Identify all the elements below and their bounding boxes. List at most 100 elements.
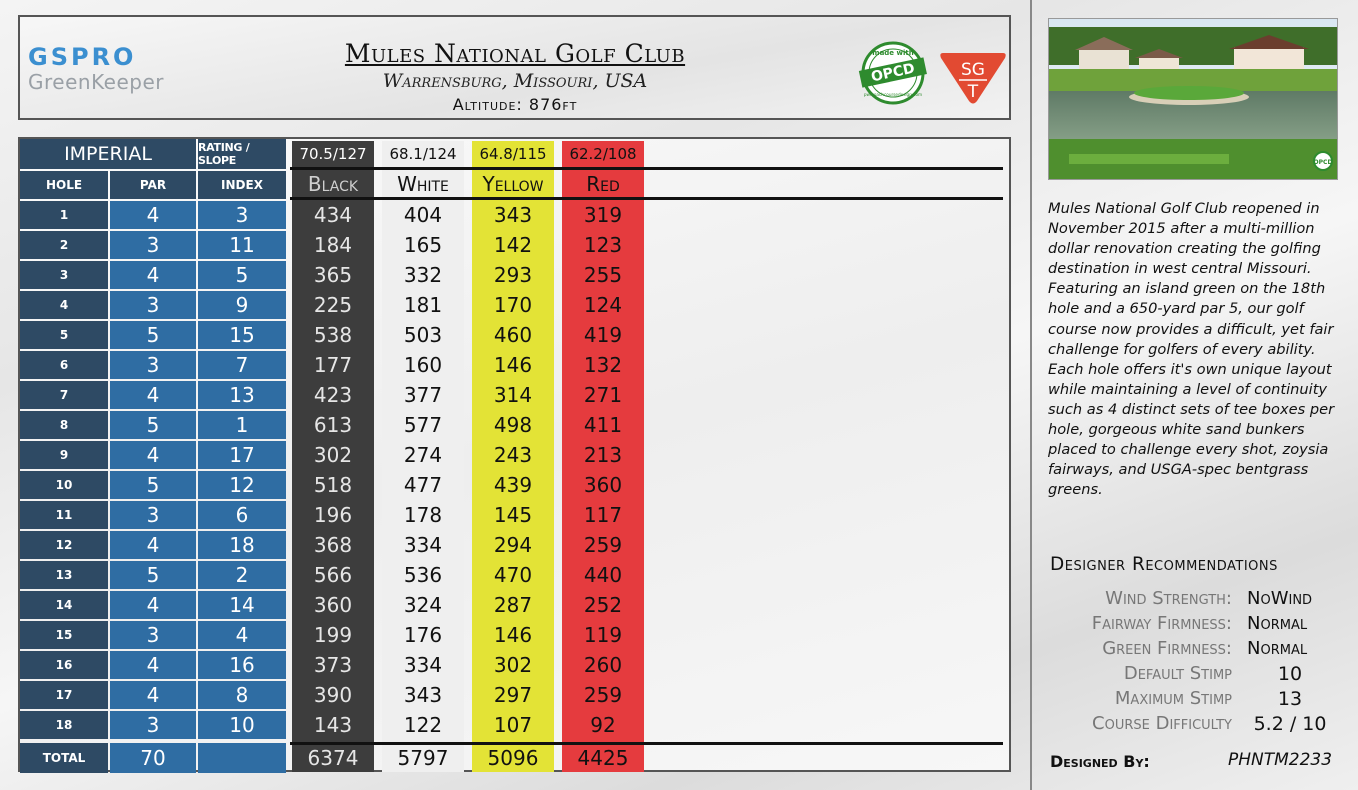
- recommendation-label: Course Difficulty: [1092, 713, 1232, 734]
- hole-number: 18: [20, 711, 108, 739]
- hole-yardage-black: 390: [313, 683, 353, 707]
- hole-yardage-white: 324: [403, 593, 443, 617]
- hole-yardage-yellow: 460: [493, 323, 533, 347]
- tee-total-white: 5797: [397, 746, 449, 770]
- hole-yardage-black: 225: [313, 293, 353, 317]
- hole-yardage-white: 160: [403, 353, 443, 377]
- hole-par: 4: [110, 441, 196, 469]
- hole-yardage-black: 177: [313, 353, 353, 377]
- hole-yardage-black: 434: [313, 203, 353, 227]
- hole-yardage-black: 423: [313, 383, 353, 407]
- recommendation-label: Maximum Stimp: [1114, 688, 1232, 709]
- hole-index: 10: [198, 711, 286, 739]
- hole-number: 9: [20, 441, 108, 469]
- hole-yardage-white: 377: [403, 383, 443, 407]
- recommendation-value: Normal: [1247, 613, 1308, 634]
- hole-index: 7: [198, 351, 286, 379]
- recommendation-value: 5.2 / 10: [1253, 713, 1327, 735]
- total-rule: [290, 742, 1003, 745]
- hole-yardage-red: 252: [583, 593, 623, 617]
- hole-yardage-black: 613: [313, 413, 353, 437]
- panel-divider: [1030, 0, 1032, 790]
- hole-index: 18: [198, 531, 286, 559]
- hole-yardage-black: 196: [313, 503, 353, 527]
- greenkeeper-wordmark: GreenKeeper: [28, 70, 165, 94]
- hole-index: 14: [198, 591, 286, 619]
- hole-yardage-red: 255: [583, 263, 623, 287]
- hole-yardage-black: 360: [313, 593, 353, 617]
- hole-yardage-white: 332: [403, 263, 443, 287]
- hole-par: 4: [110, 591, 196, 619]
- hole-par: 5: [110, 411, 196, 439]
- hole-index: 4: [198, 621, 286, 649]
- hole-yardage-white: 334: [403, 533, 443, 557]
- hole-index: 8: [198, 681, 286, 709]
- hole-index: 11: [198, 231, 286, 259]
- hole-yardage-red: 419: [583, 323, 623, 347]
- hole-number: 4: [20, 291, 108, 319]
- column-header-par: PAR: [110, 171, 196, 199]
- hole-yardage-red: 119: [583, 623, 623, 647]
- tee-name-black: Black: [292, 170, 374, 198]
- hole-yardage-yellow: 293: [493, 263, 533, 287]
- hole-yardage-red: 411: [583, 413, 623, 437]
- tee-name-white: White: [382, 170, 464, 198]
- recommendation-row: Default Stimp 10: [1040, 663, 1350, 688]
- hole-yardage-red: 117: [583, 503, 623, 527]
- hole-par: 3: [110, 291, 196, 319]
- tee-name-yellow: Yellow: [472, 170, 554, 198]
- hole-yardage-black: 199: [313, 623, 353, 647]
- hole-yardage-black: 184: [313, 233, 353, 257]
- hole-number: 14: [20, 591, 108, 619]
- recommendation-row: Fairway Firmness: Normal: [1040, 613, 1350, 638]
- hole-yardage-yellow: 287: [493, 593, 533, 617]
- hole-number: 13: [20, 561, 108, 589]
- header-rule-bottom: [290, 197, 1003, 200]
- hole-yardage-yellow: 170: [493, 293, 533, 317]
- recommendation-row: Maximum Stimp 13: [1040, 688, 1350, 713]
- photo-badge-text: OPCD: [1314, 159, 1333, 166]
- hole-number: 10: [20, 471, 108, 499]
- hole-yardage-yellow: 343: [493, 203, 533, 227]
- hole-par: 3: [110, 501, 196, 529]
- hole-yardage-red: 440: [583, 563, 623, 587]
- hole-index: 12: [198, 471, 286, 499]
- scorecard-panel: IMPERIAL RATING / SLOPE HOLE PAR INDEX 7…: [18, 137, 1011, 773]
- recommendation-row: Green Firmness: Normal: [1040, 638, 1350, 663]
- hole-par: 5: [110, 561, 196, 589]
- header-panel: GSPRO GreenKeeper Mules National Golf Cl…: [18, 15, 1011, 120]
- course-altitude: Altitude: 876ft: [452, 95, 578, 114]
- hole-par: 5: [110, 321, 196, 349]
- hole-yardage-white: 536: [403, 563, 443, 587]
- hole-yardage-yellow: 294: [493, 533, 533, 557]
- recommendation-row: Course Difficulty 5.2 / 10: [1040, 713, 1350, 738]
- hole-yardage-white: 477: [403, 473, 443, 497]
- hole-yardage-yellow: 470: [493, 563, 533, 587]
- course-title-block: Mules National Golf Club Warrensburg, Mi…: [320, 39, 710, 114]
- recommendation-value: NoWind: [1247, 588, 1313, 609]
- hole-par: 4: [110, 261, 196, 289]
- hole-par: 4: [110, 381, 196, 409]
- hole-yardage-black: 365: [313, 263, 353, 287]
- hole-index: 1: [198, 411, 286, 439]
- hole-yardage-white: 165: [403, 233, 443, 257]
- hole-yardage-white: 274: [403, 443, 443, 467]
- hole-yardage-red: 213: [583, 443, 623, 467]
- opcd-badge-icon: made with OPCD pwrcoachcoursedesign.com: [858, 41, 927, 105]
- hole-yardage-yellow: 314: [493, 383, 533, 407]
- total-label: TOTAL: [20, 743, 108, 773]
- tee-rating-slope-yellow: 64.8/115: [472, 141, 554, 167]
- hole-par: 4: [110, 201, 196, 229]
- hole-yardage-white: 503: [403, 323, 443, 347]
- hole-yardage-black: 143: [313, 713, 353, 737]
- hole-number: 12: [20, 531, 108, 559]
- par-total: 70: [110, 743, 196, 773]
- designed-by-label: Designed By:: [1050, 752, 1150, 771]
- hole-yardage-black: 538: [313, 323, 353, 347]
- hole-index: 9: [198, 291, 286, 319]
- tee-name-red: Red: [562, 170, 644, 198]
- hole-yardage-yellow: 145: [493, 503, 533, 527]
- hole-par: 4: [110, 531, 196, 559]
- tee-total-red: 4425: [577, 746, 629, 770]
- course-description: Mules National Golf Club reopened in Nov…: [1048, 200, 1335, 499]
